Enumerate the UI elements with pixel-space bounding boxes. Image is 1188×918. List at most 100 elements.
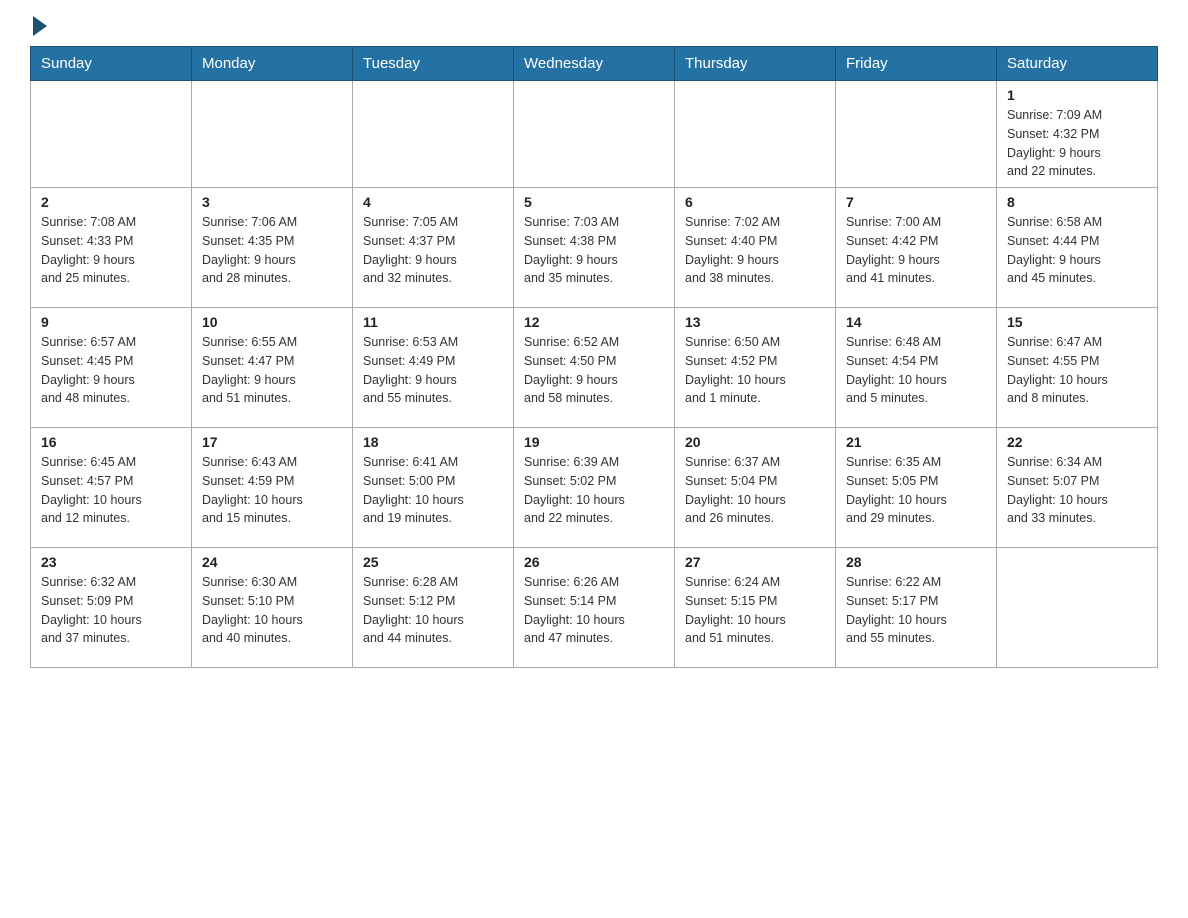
day-info: Sunrise: 6:35 AMSunset: 5:05 PMDaylight:… (846, 453, 986, 528)
day-info: Sunrise: 6:45 AMSunset: 4:57 PMDaylight:… (41, 453, 181, 528)
calendar-day (675, 81, 836, 188)
weekday-header-row: SundayMondayTuesdayWednesdayThursdayFrid… (31, 47, 1158, 81)
calendar-day: 7 Sunrise: 7:00 AMSunset: 4:42 PMDaylight… (836, 188, 997, 308)
calendar-day (836, 81, 997, 188)
day-info: Sunrise: 6:24 AMSunset: 5:15 PMDaylight:… (685, 573, 825, 648)
day-info: Sunrise: 6:28 AMSunset: 5:12 PMDaylight:… (363, 573, 503, 648)
calendar-day (353, 81, 514, 188)
day-number: 3 (202, 194, 342, 210)
calendar-day: 23 Sunrise: 6:32 AMSunset: 5:09 PMDayligh… (31, 548, 192, 668)
day-number: 10 (202, 314, 342, 330)
day-info: Sunrise: 6:57 AMSunset: 4:45 PMDaylight:… (41, 333, 181, 408)
calendar-day: 8 Sunrise: 6:58 AMSunset: 4:44 PMDaylight… (997, 188, 1158, 308)
calendar-day: 28 Sunrise: 6:22 AMSunset: 5:17 PMDayligh… (836, 548, 997, 668)
day-info: Sunrise: 6:52 AMSunset: 4:50 PMDaylight:… (524, 333, 664, 408)
day-number: 16 (41, 434, 181, 450)
calendar-day (514, 81, 675, 188)
weekday-header-sunday: Sunday (31, 47, 192, 81)
calendar-day: 19 Sunrise: 6:39 AMSunset: 5:02 PMDayligh… (514, 428, 675, 548)
calendar-day: 25 Sunrise: 6:28 AMSunset: 5:12 PMDayligh… (353, 548, 514, 668)
calendar-day: 13 Sunrise: 6:50 AMSunset: 4:52 PMDayligh… (675, 308, 836, 428)
day-info: Sunrise: 7:06 AMSunset: 4:35 PMDaylight:… (202, 213, 342, 288)
day-number: 7 (846, 194, 986, 210)
day-info: Sunrise: 7:02 AMSunset: 4:40 PMDaylight:… (685, 213, 825, 288)
day-info: Sunrise: 6:43 AMSunset: 4:59 PMDaylight:… (202, 453, 342, 528)
day-info: Sunrise: 7:05 AMSunset: 4:37 PMDaylight:… (363, 213, 503, 288)
day-number: 25 (363, 554, 503, 570)
day-number: 23 (41, 554, 181, 570)
calendar-day (31, 81, 192, 188)
day-number: 28 (846, 554, 986, 570)
day-number: 8 (1007, 194, 1147, 210)
day-number: 9 (41, 314, 181, 330)
calendar-day: 1 Sunrise: 7:09 AMSunset: 4:32 PMDaylight… (997, 81, 1158, 188)
page-header (30, 20, 1158, 36)
calendar-day: 6 Sunrise: 7:02 AMSunset: 4:40 PMDaylight… (675, 188, 836, 308)
calendar-day: 20 Sunrise: 6:37 AMSunset: 5:04 PMDayligh… (675, 428, 836, 548)
day-info: Sunrise: 7:08 AMSunset: 4:33 PMDaylight:… (41, 213, 181, 288)
day-info: Sunrise: 7:03 AMSunset: 4:38 PMDaylight:… (524, 213, 664, 288)
logo-triangle-icon (33, 16, 47, 36)
calendar-day: 24 Sunrise: 6:30 AMSunset: 5:10 PMDayligh… (192, 548, 353, 668)
day-number: 20 (685, 434, 825, 450)
day-number: 27 (685, 554, 825, 570)
day-number: 13 (685, 314, 825, 330)
day-info: Sunrise: 6:26 AMSunset: 5:14 PMDaylight:… (524, 573, 664, 648)
day-number: 14 (846, 314, 986, 330)
calendar-table: SundayMondayTuesdayWednesdayThursdayFrid… (30, 46, 1158, 668)
day-number: 2 (41, 194, 181, 210)
calendar-day: 11 Sunrise: 6:53 AMSunset: 4:49 PMDayligh… (353, 308, 514, 428)
day-number: 4 (363, 194, 503, 210)
calendar-day (997, 548, 1158, 668)
weekday-header-friday: Friday (836, 47, 997, 81)
day-info: Sunrise: 6:32 AMSunset: 5:09 PMDaylight:… (41, 573, 181, 648)
calendar-day: 5 Sunrise: 7:03 AMSunset: 4:38 PMDaylight… (514, 188, 675, 308)
week-row-3: 9 Sunrise: 6:57 AMSunset: 4:45 PMDaylight… (31, 308, 1158, 428)
day-info: Sunrise: 6:34 AMSunset: 5:07 PMDaylight:… (1007, 453, 1147, 528)
calendar-day: 14 Sunrise: 6:48 AMSunset: 4:54 PMDayligh… (836, 308, 997, 428)
calendar-day: 18 Sunrise: 6:41 AMSunset: 5:00 PMDayligh… (353, 428, 514, 548)
day-number: 1 (1007, 87, 1147, 103)
day-info: Sunrise: 7:09 AMSunset: 4:32 PMDaylight:… (1007, 106, 1147, 181)
day-info: Sunrise: 6:48 AMSunset: 4:54 PMDaylight:… (846, 333, 986, 408)
calendar-day: 16 Sunrise: 6:45 AMSunset: 4:57 PMDayligh… (31, 428, 192, 548)
day-info: Sunrise: 6:50 AMSunset: 4:52 PMDaylight:… (685, 333, 825, 408)
calendar-day (192, 81, 353, 188)
day-info: Sunrise: 6:47 AMSunset: 4:55 PMDaylight:… (1007, 333, 1147, 408)
day-number: 5 (524, 194, 664, 210)
day-number: 21 (846, 434, 986, 450)
calendar-day: 27 Sunrise: 6:24 AMSunset: 5:15 PMDayligh… (675, 548, 836, 668)
weekday-header-thursday: Thursday (675, 47, 836, 81)
day-number: 6 (685, 194, 825, 210)
weekday-header-tuesday: Tuesday (353, 47, 514, 81)
calendar-day: 21 Sunrise: 6:35 AMSunset: 5:05 PMDayligh… (836, 428, 997, 548)
day-info: Sunrise: 6:22 AMSunset: 5:17 PMDaylight:… (846, 573, 986, 648)
day-info: Sunrise: 6:55 AMSunset: 4:47 PMDaylight:… (202, 333, 342, 408)
day-number: 22 (1007, 434, 1147, 450)
weekday-header-saturday: Saturday (997, 47, 1158, 81)
day-number: 19 (524, 434, 664, 450)
calendar-day: 2 Sunrise: 7:08 AMSunset: 4:33 PMDaylight… (31, 188, 192, 308)
day-info: Sunrise: 6:37 AMSunset: 5:04 PMDaylight:… (685, 453, 825, 528)
calendar-day: 9 Sunrise: 6:57 AMSunset: 4:45 PMDaylight… (31, 308, 192, 428)
day-info: Sunrise: 6:53 AMSunset: 4:49 PMDaylight:… (363, 333, 503, 408)
week-row-2: 2 Sunrise: 7:08 AMSunset: 4:33 PMDaylight… (31, 188, 1158, 308)
day-number: 26 (524, 554, 664, 570)
calendar-day: 17Sunrise: 6:43 AMSunset: 4:59 PMDayligh… (192, 428, 353, 548)
day-number: 24 (202, 554, 342, 570)
day-info: Sunrise: 6:30 AMSunset: 5:10 PMDaylight:… (202, 573, 342, 648)
calendar-day: 4 Sunrise: 7:05 AMSunset: 4:37 PMDaylight… (353, 188, 514, 308)
week-row-5: 23 Sunrise: 6:32 AMSunset: 5:09 PMDayligh… (31, 548, 1158, 668)
day-number: 11 (363, 314, 503, 330)
logo (30, 20, 47, 36)
day-info: Sunrise: 6:39 AMSunset: 5:02 PMDaylight:… (524, 453, 664, 528)
day-number: 12 (524, 314, 664, 330)
week-row-4: 16 Sunrise: 6:45 AMSunset: 4:57 PMDayligh… (31, 428, 1158, 548)
weekday-header-monday: Monday (192, 47, 353, 81)
week-row-1: 1 Sunrise: 7:09 AMSunset: 4:32 PMDaylight… (31, 81, 1158, 188)
day-info: Sunrise: 6:41 AMSunset: 5:00 PMDaylight:… (363, 453, 503, 528)
day-number: 18 (363, 434, 503, 450)
day-info: Sunrise: 7:00 AMSunset: 4:42 PMDaylight:… (846, 213, 986, 288)
day-info: Sunrise: 6:58 AMSunset: 4:44 PMDaylight:… (1007, 213, 1147, 288)
calendar-day: 22 Sunrise: 6:34 AMSunset: 5:07 PMDayligh… (997, 428, 1158, 548)
